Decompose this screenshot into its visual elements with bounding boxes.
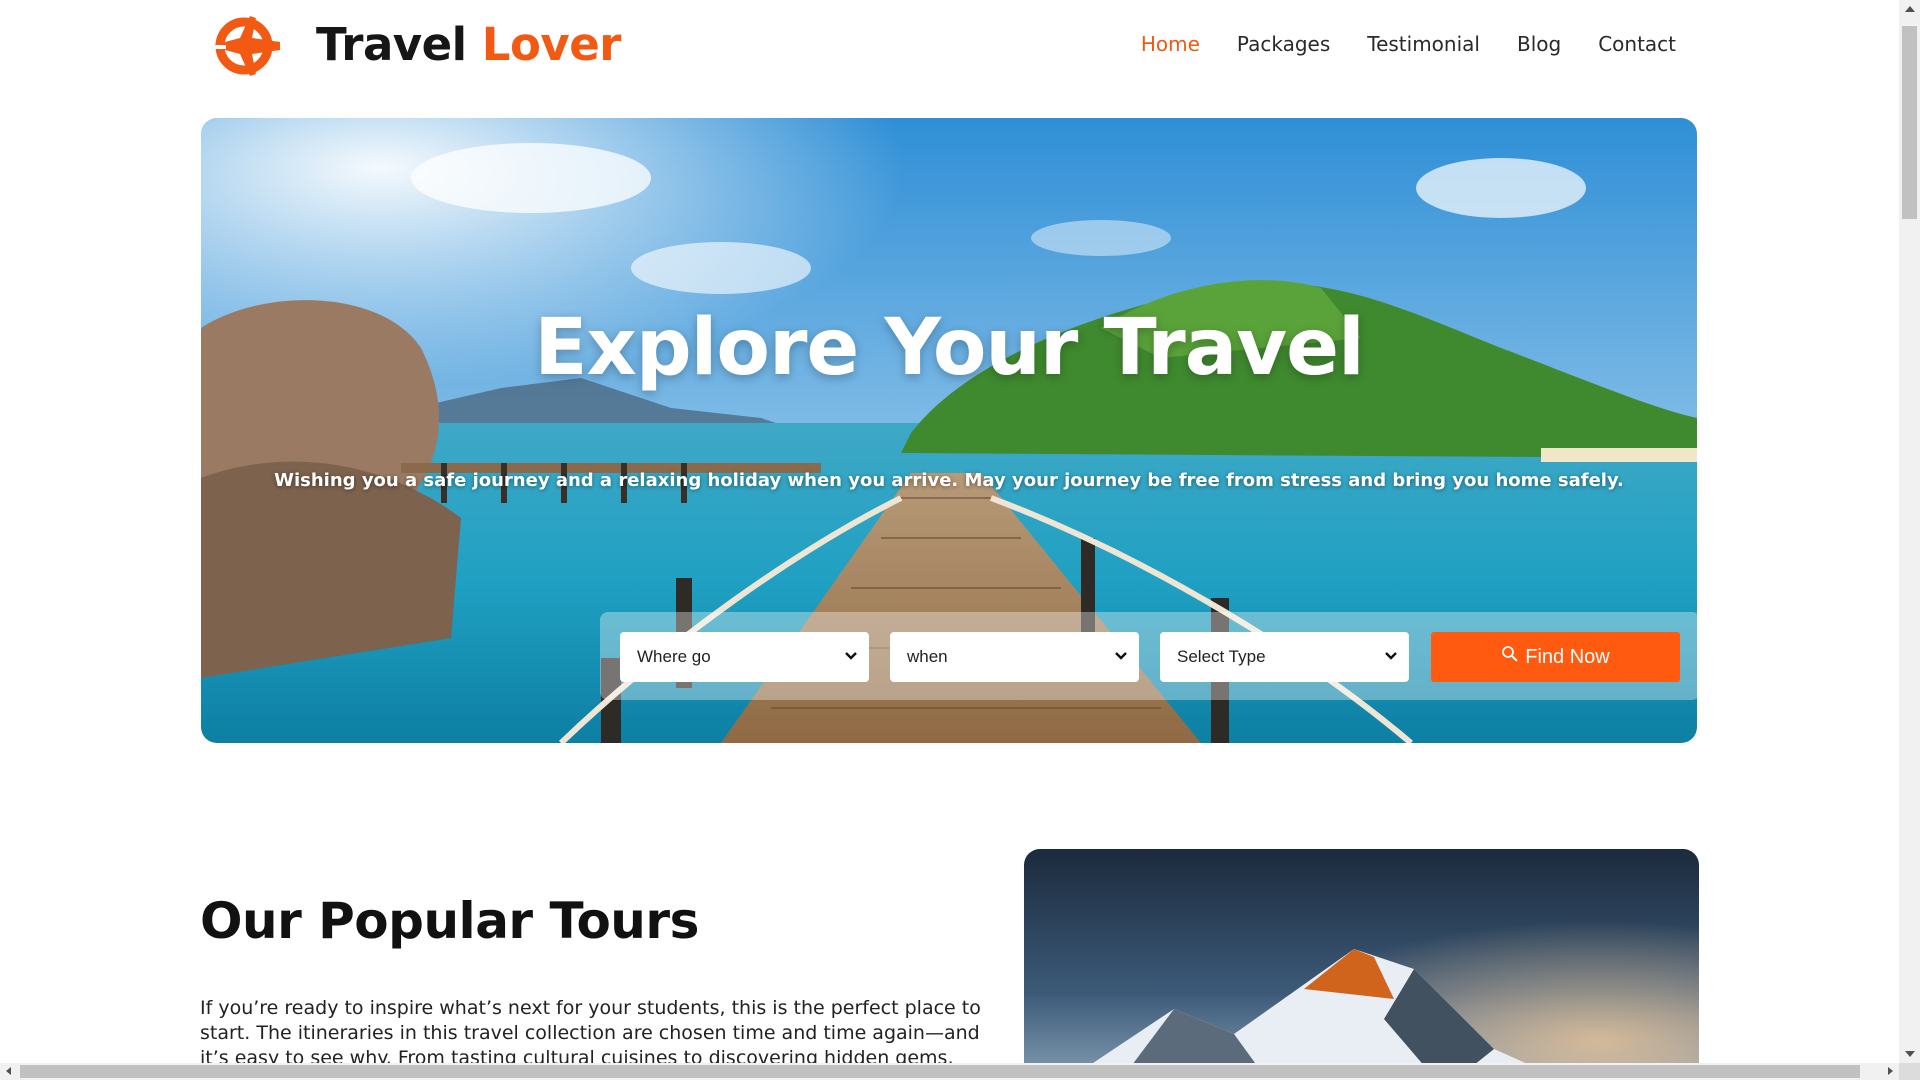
when-select[interactable]: when (890, 632, 1139, 682)
hero-subtitle: Wishing you a safe journey and a relaxin… (274, 470, 1624, 491)
nav-blog[interactable]: Blog (1517, 32, 1561, 56)
hero-title: Explore Your Travel (534, 303, 1365, 393)
type-select[interactable]: Select Type (1160, 632, 1409, 682)
airplane-compass-icon[interactable] (206, 14, 282, 78)
nav-testimonial[interactable]: Testimonial (1367, 32, 1480, 56)
horizontal-scrollbar[interactable] (0, 1063, 1899, 1080)
scroll-up-icon[interactable] (1905, 6, 1915, 12)
brand-name[interactable]: Travel Lover (316, 18, 621, 71)
brand-name-part2: Lover (481, 18, 622, 71)
where-select[interactable]: Where go (620, 632, 869, 682)
brand-name-part1: Travel (316, 18, 467, 71)
scroll-right-icon[interactable] (1888, 1067, 1893, 1075)
search-panel: Where go when Select Type Find Now (600, 612, 1697, 700)
scrollbar-corner (1899, 1063, 1920, 1080)
search-icon (1502, 646, 1518, 662)
type-select-value: Select Type (1177, 647, 1266, 666)
nav-contact[interactable]: Contact (1598, 32, 1676, 56)
horizontal-scroll-thumb[interactable] (20, 1065, 1860, 1078)
find-now-label: Find Now (1525, 645, 1610, 668)
vertical-scrollbar[interactable] (1899, 0, 1920, 1063)
when-select-value: when (907, 647, 948, 666)
section-title: Our Popular Tours (200, 892, 699, 950)
hero-banner: Explore Your Travel Wishing you a safe j… (201, 118, 1697, 743)
tour-image (1024, 849, 1699, 1080)
site-header: Travel Lover Home Packages Testimonial B… (200, 0, 1688, 92)
scroll-left-icon[interactable] (6, 1067, 11, 1075)
find-now-button[interactable]: Find Now (1431, 632, 1680, 682)
chevron-down-icon (1385, 652, 1397, 660)
nav-home[interactable]: Home (1141, 32, 1200, 56)
chevron-down-icon (845, 652, 857, 660)
main-nav: Home Packages Testimonial Blog Contact (1141, 32, 1676, 56)
chevron-down-icon (1115, 652, 1127, 660)
nav-packages[interactable]: Packages (1237, 32, 1330, 56)
scroll-down-icon[interactable] (1905, 1051, 1915, 1057)
page: Travel Lover Home Packages Testimonial B… (0, 0, 1920, 1080)
mountain-image (1024, 849, 1699, 1080)
where-select-value: Where go (637, 647, 711, 666)
vertical-scroll-thumb[interactable] (1902, 26, 1917, 219)
